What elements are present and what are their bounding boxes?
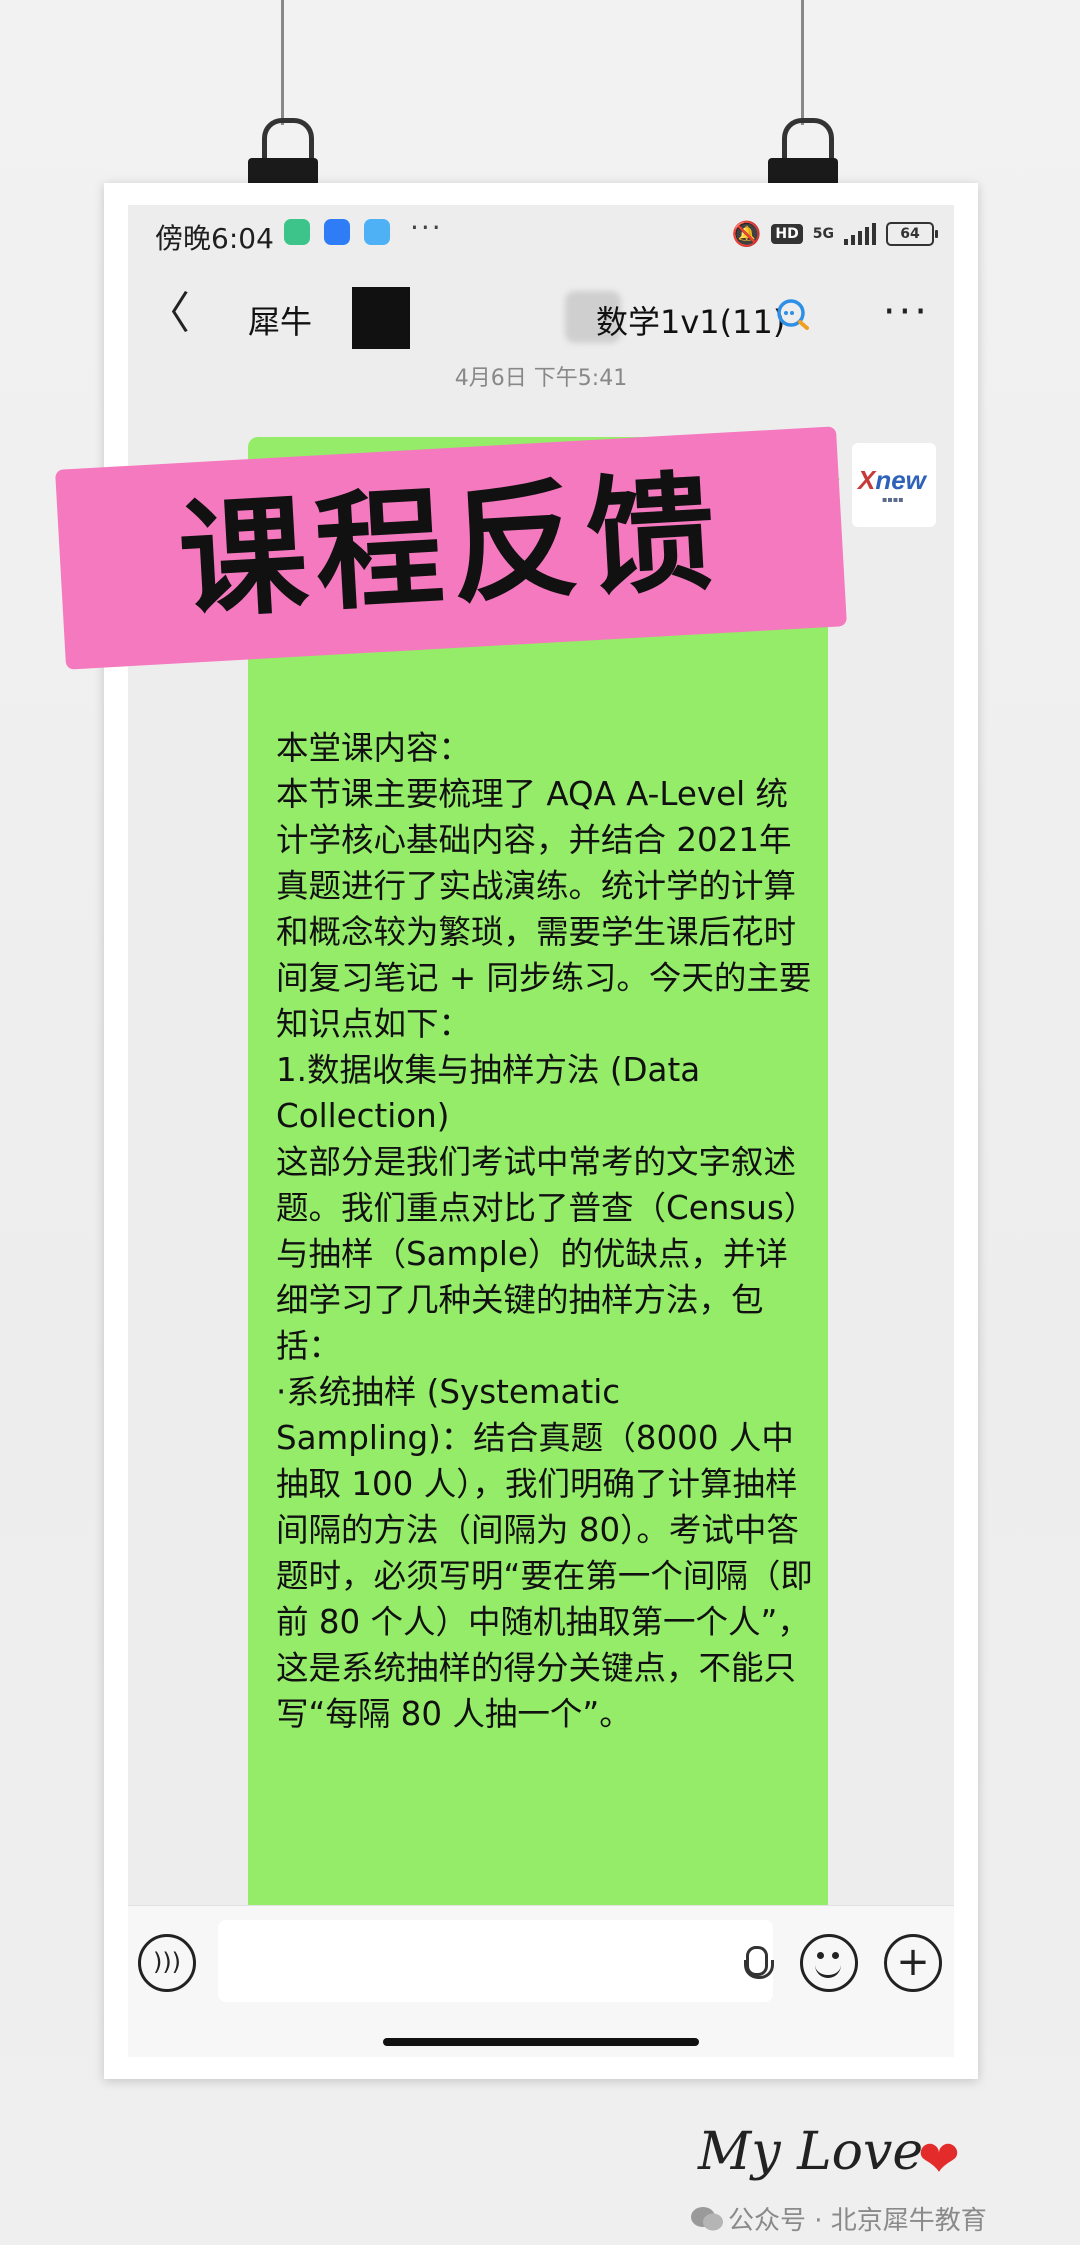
point1-title: 1.数据收集与抽样方法 (Data Collection) — [276, 1051, 701, 1135]
logo-subtext-mark: ▪▪▪▪ — [882, 495, 904, 504]
hd-badge: HD — [771, 224, 803, 244]
point1-body: 这部分是我们考试中常考的文字叙述题。我们重点对比了普查（Census）与抽样（S… — [276, 1143, 800, 1365]
xnew-logo: Xnew — [858, 465, 926, 495]
more-options-icon[interactable]: ··· — [883, 289, 930, 335]
section-title: 本堂课内容： — [276, 729, 472, 767]
home-indicator — [383, 2038, 699, 2046]
battery-icon: 64 — [886, 222, 938, 246]
status-more-dots: ··· — [410, 211, 443, 244]
wechat-icon — [691, 2207, 723, 2231]
message-text: 本堂课内容： 本节课主要梳理了 AQA A-Level 统计学核心基础内容，并结… — [276, 725, 816, 1737]
intro-paragraph: 本节课主要梳理了 AQA A-Level 统计学核心基础内容，并结合 2021年… — [276, 775, 812, 1043]
emoji-icon[interactable] — [800, 1934, 858, 1992]
chat-header: 〈 犀牛 数学1v1(11) ··· — [128, 267, 954, 367]
voice-input-icon[interactable]: ))) — [138, 1934, 196, 1992]
app-icon-lightblue — [364, 219, 390, 245]
search-bubble-icon[interactable] — [774, 297, 814, 333]
network-label: 5G — [812, 226, 834, 242]
chat-title-suffix: 数学1v1(11) — [596, 303, 786, 341]
hanging-string-right — [801, 0, 804, 125]
bullet-systematic-sampling: ·系统抽样 (Systematic Sampling)：结合真题（8000 人中… — [276, 1373, 813, 1733]
account-label: 公众号 · 北京犀牛教育 — [728, 2206, 987, 2236]
chat-title-prefix: 犀牛 — [248, 303, 313, 341]
mute-bell-icon: 🔕 — [731, 220, 762, 248]
message-timestamp: 4月6日 下午5:41 — [454, 366, 628, 391]
app-icon-green — [284, 219, 310, 245]
status-bar: 傍晚6:04 ··· 🔕 HD 5G 64 — [128, 205, 954, 265]
status-time: 傍晚6:04 — [155, 222, 274, 255]
sender-avatar[interactable]: Xnew ▪▪▪▪ — [852, 443, 936, 527]
back-icon[interactable]: 〈 — [146, 289, 190, 339]
signal-icon — [844, 223, 876, 245]
heart-icon: ❤ — [918, 2130, 960, 2188]
signature-text: My Love — [698, 2122, 924, 2182]
app-icon-blue — [324, 219, 350, 245]
message-input-field[interactable] — [218, 1920, 774, 2002]
hanging-string-left — [281, 0, 284, 125]
microphone-stand — [744, 1960, 774, 1979]
status-indicators: 🔕 HD 5G 64 — [731, 217, 938, 251]
redaction-bar — [352, 287, 410, 349]
input-bar: ))) + — [128, 1905, 954, 2057]
plus-icon[interactable]: + — [884, 1934, 942, 1992]
